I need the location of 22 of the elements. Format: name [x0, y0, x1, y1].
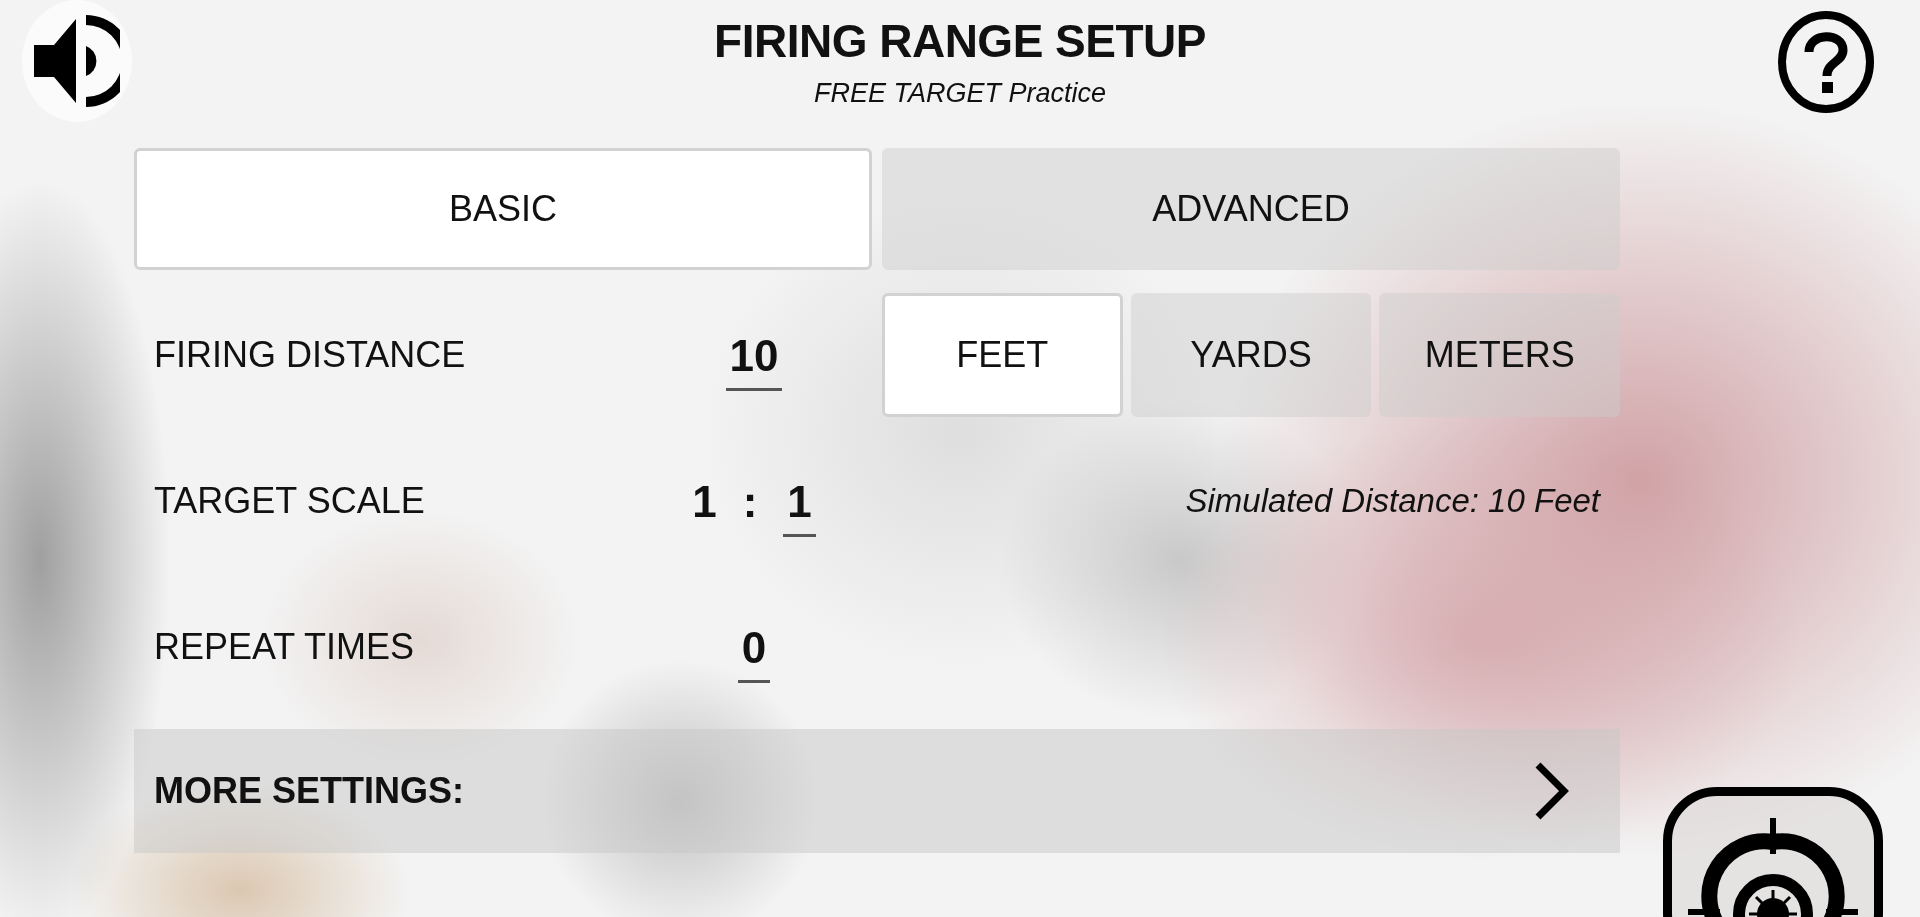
start-button[interactable] [1663, 787, 1883, 917]
unit-button[interactable]: METERS [1379, 293, 1620, 417]
setting-label: TARGET SCALE [153, 480, 426, 522]
more-settings-label: MORE SETTINGS: [154, 770, 464, 812]
page-title: FIRING RANGE SETUP [714, 14, 1206, 68]
scale-value: 1 [692, 479, 717, 528]
input-field[interactable]: 0 [737, 625, 771, 683]
setting-label: REPEAT TIMES [153, 626, 416, 668]
page-subtitle: FREE TARGET Practice [813, 78, 1106, 109]
input-field[interactable]: 1 [783, 479, 816, 537]
more-settings-bar[interactable]: MORE SETTINGS: [134, 729, 1620, 853]
mode-tab[interactable]: ADVANCED [882, 148, 1620, 270]
scale-separator: : [742, 479, 758, 528]
speaker-icon [34, 13, 120, 109]
unit-button[interactable]: YARDS [1130, 293, 1372, 417]
help-icon[interactable] [1776, 10, 1876, 115]
unit-button[interactable]: FEET [882, 293, 1123, 417]
setting-label: FIRING DISTANCE [153, 334, 467, 376]
simulated-distance-text: Simulated Distance: 10 Feet [1185, 482, 1602, 520]
mode-tab[interactable]: BASIC [134, 148, 872, 270]
input-field[interactable]: 10 [725, 333, 783, 391]
chevron-right-icon [1534, 761, 1570, 821]
